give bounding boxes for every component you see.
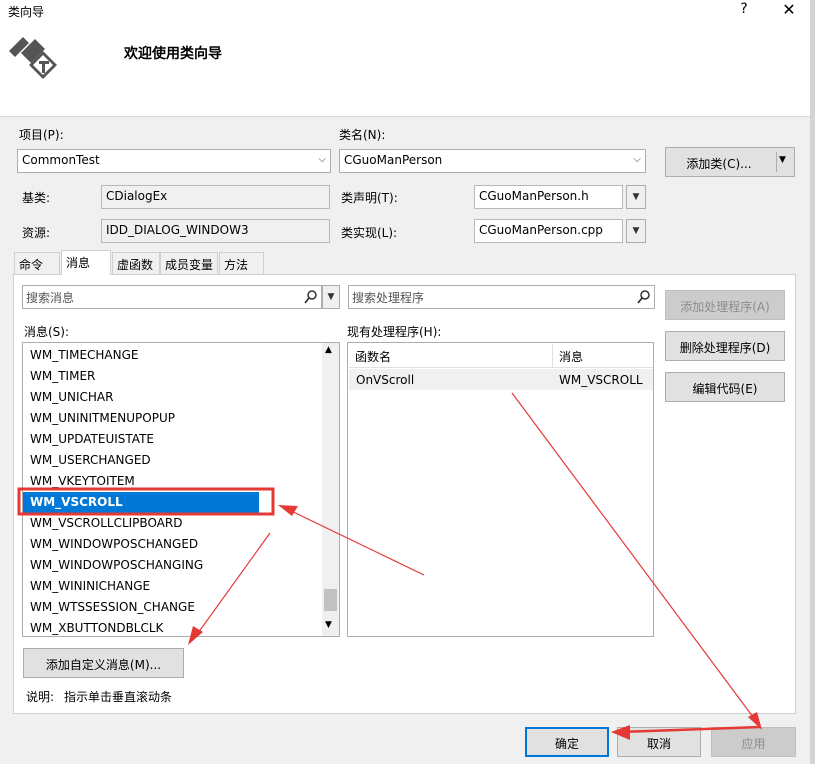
list-item-selected[interactable]: WM_VSCROLL	[30, 495, 123, 516]
list-item[interactable]: WM_TIMECHANGE	[30, 348, 139, 369]
list-item[interactable]: WM_UPDATEUISTATE	[30, 432, 154, 453]
help-button[interactable]: ?	[736, 1, 752, 21]
edit-code-button[interactable]: 编辑代码(E)	[665, 372, 785, 402]
title-bar: 类向导 ? ✕	[0, 0, 815, 23]
class-impl-field[interactable]: CGuoManPerson.cpp	[474, 219, 623, 243]
description-label: 说明:	[26, 690, 55, 704]
list-item[interactable]: WM_WINDOWPOSCHANGING	[30, 558, 203, 579]
search-handlers-input[interactable]: 搜索处理程序	[348, 285, 655, 309]
handler-function: OnVScroll	[356, 373, 415, 387]
add-custom-message-button[interactable]: 添加自定义消息(M)...	[23, 648, 184, 678]
list-item[interactable]: WM_TIMER	[30, 369, 95, 390]
handlers-label: 现有处理程序(H):	[347, 325, 442, 339]
list-item[interactable]: WM_VKEYTOITEM	[30, 474, 135, 495]
class-decl-label: 类声明(T):	[341, 191, 398, 205]
scroll-down-icon[interactable]: ▼	[325, 620, 332, 630]
class-impl-dropdown-icon[interactable]: ▼	[626, 219, 646, 243]
class-wizard-icon	[9, 37, 57, 79]
scrollbar-thumb[interactable]	[324, 589, 337, 611]
list-item[interactable]: WM_WININICHANGE	[30, 579, 150, 600]
classname-combo[interactable]: CGuoManPerson ⌵	[339, 149, 646, 173]
base-class-label: 基类:	[22, 191, 51, 205]
class-impl-label: 类实现(L):	[341, 226, 398, 240]
add-class-label: 添加类(C)...	[686, 157, 752, 171]
handler-message: WM_VSCROLL	[559, 373, 643, 387]
tab-commands[interactable]: 命令	[14, 252, 60, 274]
messages-list[interactable]: WM_TIMECHANGE WM_TIMER WM_UNICHAR WM_UNI…	[22, 342, 340, 637]
header-title: 欢迎使用类向导	[124, 46, 222, 62]
resource-field: IDD_DIALOG_WINDOW3	[101, 219, 330, 243]
search-messages-input[interactable]: 搜索消息	[22, 285, 322, 309]
list-item[interactable]: WM_XBUTTONDBLCLK	[30, 621, 163, 636]
delete-handler-button[interactable]: 删除处理程序(D)	[665, 331, 785, 361]
column-header-function[interactable]: 函数名	[349, 344, 553, 368]
project-combo[interactable]: CommonTest ⌵	[17, 149, 331, 173]
tab-virtual-functions[interactable]: 虚函数	[112, 252, 160, 274]
classname-value: CGuoManPerson	[344, 153, 443, 167]
list-item[interactable]: WM_WTSSESSION_CHANGE	[30, 600, 195, 621]
chevron-down-icon: ⌵	[633, 154, 641, 165]
search-messages-dropdown-icon[interactable]: ▼	[322, 285, 340, 309]
classname-label: 类名(N):	[339, 128, 386, 142]
list-item[interactable]: WM_WINDOWPOSCHANGED	[30, 537, 198, 558]
cancel-button[interactable]: 取消	[617, 727, 701, 757]
apply-button[interactable]: 应用	[711, 727, 796, 757]
ok-button[interactable]: 确定	[525, 727, 609, 757]
class-decl-dropdown-icon[interactable]: ▼	[626, 185, 646, 209]
column-header-message[interactable]: 消息	[553, 344, 653, 368]
tab-messages[interactable]: 消息	[61, 250, 111, 275]
list-item[interactable]: WM_UNICHAR	[30, 390, 113, 411]
wizard-header: 欢迎使用类向导	[0, 23, 810, 117]
table-row[interactable]: OnVScroll WM_VSCROLL	[349, 369, 653, 390]
handlers-list[interactable]: 函数名 消息 OnVScroll WM_VSCROLL	[347, 342, 654, 637]
messages-scrollbar[interactable]: ▲ ▼	[322, 343, 339, 636]
class-decl-field[interactable]: CGuoManPerson.h	[474, 185, 623, 209]
search-icon[interactable]	[636, 289, 652, 305]
split-divider	[776, 152, 777, 172]
add-class-dropdown-icon[interactable]: ▼	[779, 155, 786, 165]
base-class-field: CDialogEx	[101, 185, 330, 209]
tab-methods[interactable]: 方法	[219, 252, 264, 274]
list-item[interactable]: WM_USERCHANGED	[30, 453, 151, 474]
close-button[interactable]: ✕	[778, 0, 800, 22]
project-label: 项目(P):	[19, 128, 64, 142]
window-title: 类向导	[8, 5, 45, 19]
resource-label: 资源:	[22, 226, 51, 240]
project-value: CommonTest	[22, 153, 100, 167]
description-text: 指示单击垂直滚动条	[64, 690, 173, 704]
window-border	[810, 0, 815, 764]
tab-member-variables[interactable]: 成员变量	[160, 252, 218, 274]
list-item[interactable]: WM_VSCROLLCLIPBOARD	[30, 516, 182, 537]
chevron-down-icon: ⌵	[318, 154, 326, 165]
messages-label: 消息(S):	[24, 325, 70, 339]
search-icon[interactable]	[303, 289, 319, 305]
scroll-up-icon[interactable]: ▲	[325, 345, 332, 355]
add-handler-button[interactable]: 添加处理程序(A)	[665, 290, 785, 320]
list-item[interactable]: WM_UNINITMENUPOPUP	[30, 411, 175, 432]
